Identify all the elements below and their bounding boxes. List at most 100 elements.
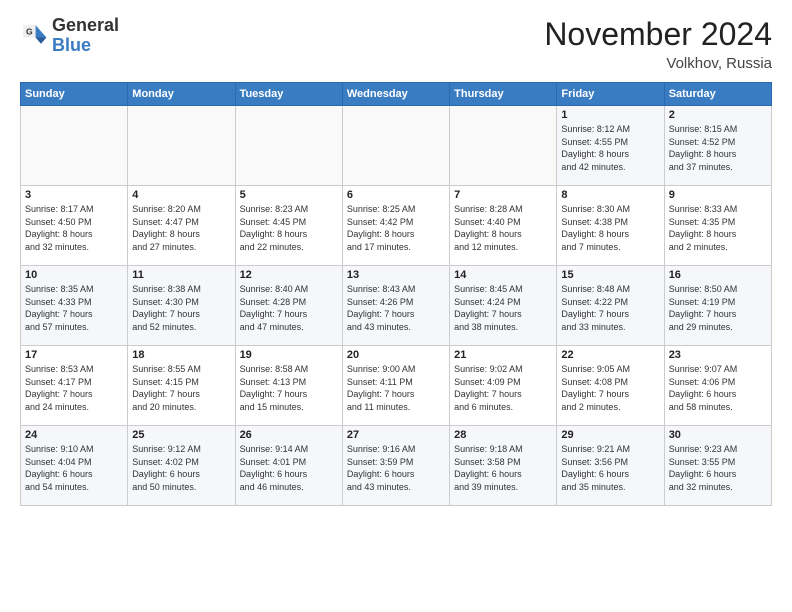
- day-number: 2: [669, 109, 767, 121]
- table-row: 27 Sunrise: 9:16 AMSunset: 3:59 PMDayligh…: [342, 426, 449, 506]
- table-row: 12 Sunrise: 8:40 AMSunset: 4:28 PMDayligh…: [235, 266, 342, 346]
- col-thursday: Thursday: [450, 83, 557, 106]
- table-row: 29Sunrise: 9:21 AMSunset: 3:56 PMDayligh…: [557, 426, 664, 506]
- day-number: 1: [561, 109, 659, 121]
- table-row: 23Sunrise: 9:07 AMSunset: 4:06 PMDayligh…: [664, 346, 771, 426]
- table-row: 7 Sunrise: 8:28 AMSunset: 4:40 PMDaylight…: [450, 186, 557, 266]
- logo-text: General Blue: [52, 16, 119, 56]
- col-wednesday: Wednesday: [342, 83, 449, 106]
- day-number: 30: [669, 429, 767, 441]
- table-row: 9 Sunrise: 8:33 AMSunset: 4:35 PMDaylight…: [664, 186, 771, 266]
- day-info: Sunrise: 8:38 AMSunset: 4:30 PMDaylight:…: [132, 283, 230, 333]
- day-info: Sunrise: 9:21 AMSunset: 3:56 PMDaylight:…: [561, 443, 659, 493]
- table-row: 8 Sunrise: 8:30 AMSunset: 4:38 PMDaylight…: [557, 186, 664, 266]
- day-info: Sunrise: 9:23 AMSunset: 3:55 PMDaylight:…: [669, 443, 767, 493]
- day-number: 5: [240, 189, 338, 201]
- location: Volkhov, Russia: [544, 55, 772, 72]
- table-row: 3Sunrise: 8:17 AMSunset: 4:50 PMDaylight…: [21, 186, 128, 266]
- week-row-2: 10Sunrise: 8:35 AMSunset: 4:33 PMDayligh…: [21, 266, 772, 346]
- day-number: 13: [347, 269, 445, 281]
- day-info: Sunrise: 9:18 AMSunset: 3:58 PMDaylight:…: [454, 443, 552, 493]
- table-row: 13Sunrise: 8:43 AMSunset: 4:26 PMDayligh…: [342, 266, 449, 346]
- table-row: [342, 106, 449, 186]
- table-row: 2 Sunrise: 8:15 AMSunset: 4:52 PMDaylight…: [664, 106, 771, 186]
- table-row: 22 Sunrise: 9:05 AMSunset: 4:08 PMDayligh…: [557, 346, 664, 426]
- day-number: 10: [25, 269, 123, 281]
- table-row: 5Sunrise: 8:23 AMSunset: 4:45 PMDaylight…: [235, 186, 342, 266]
- table-row: 30 Sunrise: 9:23 AMSunset: 3:55 PMDayligh…: [664, 426, 771, 506]
- day-info: Sunrise: 8:48 AMSunset: 4:22 PMDaylight:…: [561, 283, 659, 333]
- day-number: 12: [240, 269, 338, 281]
- day-info: Sunrise: 8:25 AMSunset: 4:42 PMDaylight:…: [347, 203, 445, 253]
- week-row-0: 1Sunrise: 8:12 AMSunset: 4:55 PMDaylight…: [21, 106, 772, 186]
- day-number: 22: [561, 349, 659, 361]
- day-info: Sunrise: 8:55 AMSunset: 4:15 PMDaylight:…: [132, 363, 230, 413]
- day-number: 27: [347, 429, 445, 441]
- day-number: 21: [454, 349, 552, 361]
- day-info: Sunrise: 8:50 AMSunset: 4:19 PMDaylight:…: [669, 283, 767, 333]
- day-info: Sunrise: 9:00 AMSunset: 4:11 PMDaylight:…: [347, 363, 445, 413]
- day-number: 14: [454, 269, 552, 281]
- day-info: Sunrise: 8:30 AMSunset: 4:38 PMDaylight:…: [561, 203, 659, 253]
- table-row: 16Sunrise: 8:50 AMSunset: 4:19 PMDayligh…: [664, 266, 771, 346]
- table-row: 18 Sunrise: 8:55 AMSunset: 4:15 PMDayligh…: [128, 346, 235, 426]
- logo-general: General: [52, 15, 119, 35]
- day-number: 6: [347, 189, 445, 201]
- col-friday: Friday: [557, 83, 664, 106]
- col-sunday: Sunday: [21, 83, 128, 106]
- week-row-3: 17 Sunrise: 8:53 AMSunset: 4:17 PMDayligh…: [21, 346, 772, 426]
- day-number: 4: [132, 189, 230, 201]
- day-info: Sunrise: 9:12 AMSunset: 4:02 PMDaylight:…: [132, 443, 230, 493]
- logo-icon: G: [20, 22, 48, 50]
- day-number: 7: [454, 189, 552, 201]
- col-monday: Monday: [128, 83, 235, 106]
- day-info: Sunrise: 8:15 AMSunset: 4:52 PMDaylight:…: [669, 123, 767, 173]
- day-number: 18: [132, 349, 230, 361]
- table-row: 10Sunrise: 8:35 AMSunset: 4:33 PMDayligh…: [21, 266, 128, 346]
- day-info: Sunrise: 8:40 AMSunset: 4:28 PMDaylight:…: [240, 283, 338, 333]
- table-row: 17 Sunrise: 8:53 AMSunset: 4:17 PMDayligh…: [21, 346, 128, 426]
- day-info: Sunrise: 9:10 AMSunset: 4:04 PMDaylight:…: [25, 443, 123, 493]
- table-row: 28Sunrise: 9:18 AMSunset: 3:58 PMDayligh…: [450, 426, 557, 506]
- day-number: 26: [240, 429, 338, 441]
- day-number: 9: [669, 189, 767, 201]
- day-number: 23: [669, 349, 767, 361]
- day-info: Sunrise: 8:33 AMSunset: 4:35 PMDaylight:…: [669, 203, 767, 253]
- table-row: 19Sunrise: 8:58 AMSunset: 4:13 PMDayligh…: [235, 346, 342, 426]
- day-info: Sunrise: 8:20 AMSunset: 4:47 PMDaylight:…: [132, 203, 230, 253]
- table-row: [21, 106, 128, 186]
- table-row: 6 Sunrise: 8:25 AMSunset: 4:42 PMDaylight…: [342, 186, 449, 266]
- calendar-header-row: Sunday Monday Tuesday Wednesday Thursday…: [21, 83, 772, 106]
- table-row: 15 Sunrise: 8:48 AMSunset: 4:22 PMDayligh…: [557, 266, 664, 346]
- header: G General Blue November 2024 Volkhov, Ru…: [20, 16, 772, 72]
- page: G General Blue November 2024 Volkhov, Ru…: [0, 0, 792, 612]
- day-number: 8: [561, 189, 659, 201]
- table-row: 11 Sunrise: 8:38 AMSunset: 4:30 PMDayligh…: [128, 266, 235, 346]
- day-number: 15: [561, 269, 659, 281]
- day-info: Sunrise: 8:53 AMSunset: 4:17 PMDaylight:…: [25, 363, 123, 413]
- logo-blue: Blue: [52, 35, 91, 55]
- title-block: November 2024 Volkhov, Russia: [544, 16, 772, 72]
- month-title: November 2024: [544, 16, 772, 53]
- svg-text:G: G: [26, 26, 33, 36]
- table-row: 21 Sunrise: 9:02 AMSunset: 4:09 PMDayligh…: [450, 346, 557, 426]
- week-row-4: 24Sunrise: 9:10 AMSunset: 4:04 PMDayligh…: [21, 426, 772, 506]
- day-info: Sunrise: 9:05 AMSunset: 4:08 PMDaylight:…: [561, 363, 659, 413]
- table-row: [128, 106, 235, 186]
- table-row: 25 Sunrise: 9:12 AMSunset: 4:02 PMDayligh…: [128, 426, 235, 506]
- table-row: [235, 106, 342, 186]
- day-info: Sunrise: 9:16 AMSunset: 3:59 PMDaylight:…: [347, 443, 445, 493]
- day-info: Sunrise: 9:02 AMSunset: 4:09 PMDaylight:…: [454, 363, 552, 413]
- col-tuesday: Tuesday: [235, 83, 342, 106]
- day-info: Sunrise: 8:28 AMSunset: 4:40 PMDaylight:…: [454, 203, 552, 253]
- table-row: 14 Sunrise: 8:45 AMSunset: 4:24 PMDayligh…: [450, 266, 557, 346]
- day-info: Sunrise: 8:17 AMSunset: 4:50 PMDaylight:…: [25, 203, 123, 253]
- logo: G General Blue: [20, 16, 119, 56]
- day-number: 20: [347, 349, 445, 361]
- day-number: 17: [25, 349, 123, 361]
- day-number: 25: [132, 429, 230, 441]
- day-info: Sunrise: 8:45 AMSunset: 4:24 PMDaylight:…: [454, 283, 552, 333]
- day-info: Sunrise: 9:14 AMSunset: 4:01 PMDaylight:…: [240, 443, 338, 493]
- day-number: 19: [240, 349, 338, 361]
- day-number: 11: [132, 269, 230, 281]
